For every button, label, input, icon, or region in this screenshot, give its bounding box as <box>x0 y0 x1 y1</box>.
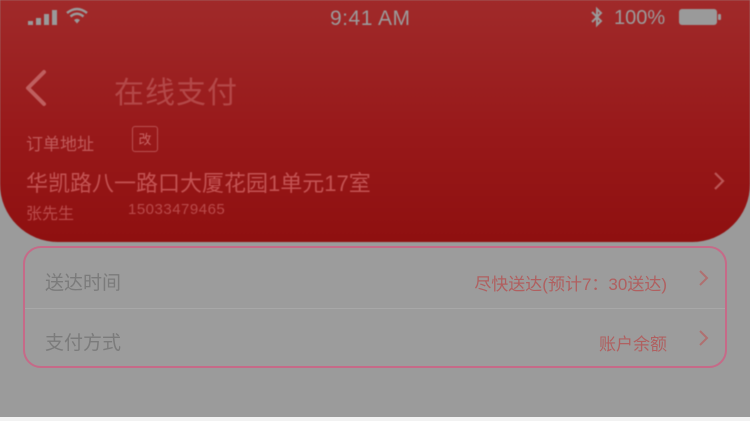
address-edit-tag[interactable]: 改 <box>132 126 158 152</box>
payment-method-label: 支付方式 <box>45 333 122 354</box>
status-time: 9:41 AM <box>330 7 411 30</box>
header-banner: 9:41 AM 100% 在线支付 订单地址 改 华凯路八一路口大厦花园1单元1… <box>0 0 750 242</box>
page-title: 在线支付 <box>114 77 238 110</box>
chevron-right-icon <box>699 270 709 286</box>
payment-method-row[interactable]: 支付方式 账户余额 <box>25 308 725 368</box>
order-options-card: 送达时间 尽快送达(预计7：30送达) 支付方式 账户余额 <box>23 246 727 368</box>
receiver-phone: 15033479465 <box>128 201 226 218</box>
delivery-time-label: 送达时间 <box>45 273 122 294</box>
page-bottom-strip <box>0 417 750 421</box>
receiver-name: 张先生 <box>26 206 75 223</box>
delivery-time-row[interactable]: 送达时间 尽快送达(预计7：30送达) <box>25 248 725 309</box>
bluetooth-icon <box>591 6 603 28</box>
battery-icon <box>679 9 721 25</box>
chevron-right-icon <box>699 330 709 346</box>
payment-method-value: 账户余额 <box>599 335 667 354</box>
battery-percentage: 100% <box>614 7 666 29</box>
delivery-time-value: 尽快送达(预计7：30送达) <box>474 275 667 294</box>
back-arrow-icon[interactable] <box>20 66 54 110</box>
address-label: 订单地址 <box>26 135 94 154</box>
status-bar: 9:41 AM 100% <box>0 0 750 36</box>
address-label-row: 订单地址 改 <box>26 126 158 155</box>
address-text[interactable]: 华凯路八一路口大厦花园1单元17室 <box>26 166 371 198</box>
chevron-right-icon[interactable] <box>712 170 726 192</box>
signal-icon <box>28 10 57 25</box>
wifi-icon <box>66 7 88 24</box>
